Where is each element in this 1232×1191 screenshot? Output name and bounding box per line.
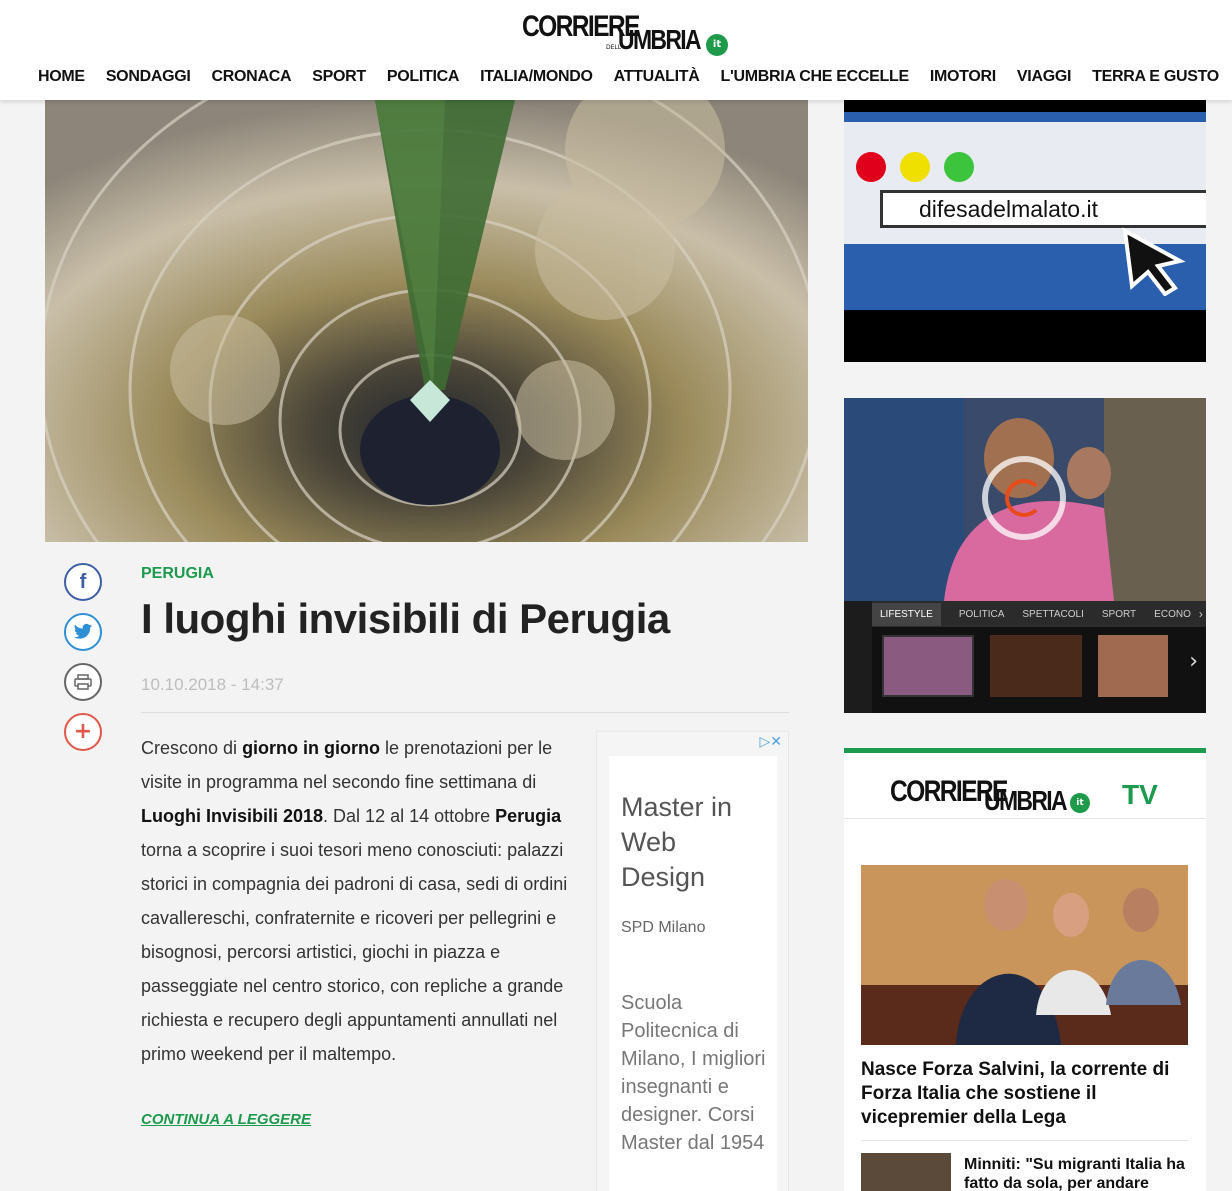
nav-viaggi[interactable]: VIAGGI — [1017, 68, 1072, 86]
chevron-right-icon[interactable]: › — [1199, 607, 1203, 621]
article-category[interactable]: PERUGIA — [141, 565, 214, 583]
video-thumbnails: › — [872, 627, 1206, 713]
tv-widget: CORRIERE UMBRIA it TV Nasce Forza Salvin… — [844, 748, 1206, 1191]
banner-url: difesadelmalato.it — [880, 190, 1206, 228]
print-button[interactable] — [64, 663, 102, 701]
divider — [844, 818, 1206, 819]
hero-image — [45, 100, 808, 542]
read-more-link[interactable]: CONTINUA A LEGGERE — [141, 1111, 311, 1128]
nav-terra-e-gusto[interactable]: TERRA E GUSTO — [1092, 68, 1219, 86]
nav-politica[interactable]: POLITICA — [387, 68, 460, 86]
cursor-icon — [1122, 227, 1186, 296]
facebook-share-button[interactable]: f — [64, 563, 102, 601]
nav-sport[interactable]: SPORT — [312, 68, 366, 86]
tab-politica[interactable]: POLITICA — [959, 609, 1005, 620]
ad-content[interactable]: Master in Web Design SPD Milano Scuola P… — [609, 756, 777, 1191]
logo-it-badge: it — [706, 34, 728, 56]
video-category-tabs: LIFESTYLE POLITICA SPETTACOLI SPORT ECON… — [872, 601, 1206, 627]
tv-logo-it-badge: it — [1070, 793, 1090, 813]
tv-headline[interactable]: Nasce Forza Salvini, la corrente di Forz… — [861, 1058, 1191, 1130]
logo-umbria: UMBRIA — [618, 24, 702, 55]
nav-cronaca[interactable]: CRONACA — [212, 68, 292, 86]
video-thumbnail[interactable] — [1098, 635, 1168, 697]
tv-second-headline[interactable]: Minniti: "Su migranti Italia ha fatto da… — [964, 1155, 1189, 1191]
facebook-icon: f — [79, 570, 87, 593]
tv-small-thumbnail[interactable] — [861, 1153, 951, 1191]
nav-sondaggi[interactable]: SONDAGGI — [106, 68, 191, 86]
tab-spettacoli[interactable]: SPETTACOLI — [1022, 609, 1084, 620]
ad-title[interactable]: Master in Web Design — [621, 790, 767, 895]
tab-lifestyle[interactable]: LIFESTYLE — [872, 602, 941, 626]
tv-logo-umbria: UMBRIA — [984, 785, 1068, 816]
tab-econo[interactable]: ECONO — [1154, 609, 1191, 620]
play-button[interactable] — [982, 456, 1066, 540]
tv-logo-label: TV — [1122, 779, 1158, 810]
twitter-share-button[interactable] — [64, 613, 102, 651]
ad-source: SPD Milano — [621, 919, 706, 936]
video-thumbnail[interactable] — [990, 635, 1082, 697]
divider — [861, 1140, 1188, 1141]
banner-dot-red — [856, 152, 886, 182]
main-nav: HOME SONDAGGI CRONACA SPORT POLITICA ITA… — [38, 68, 1219, 86]
banner-dot-yellow — [900, 152, 930, 182]
chevron-right-icon[interactable]: › — [1189, 649, 1198, 674]
article-body: Crescono di giorno in giorno le prenotaz… — [141, 738, 568, 1064]
nav-umbria-che-eccelle[interactable]: L'UMBRIA CHE ECCELLE — [721, 68, 910, 86]
site-header: CORRIERE DELL' UMBRIA it HOME SONDAGGI C… — [0, 0, 1232, 100]
ad-body: Scuola Politecnica di Milano, I migliori… — [621, 992, 766, 1154]
article-date: 10.10.2018 - 14:37 — [141, 675, 284, 694]
print-icon — [74, 674, 92, 690]
twitter-icon — [73, 623, 93, 639]
adchoices-icon[interactable]: ▷✕ — [760, 734, 783, 750]
video-player[interactable]: LIFESTYLE POLITICA SPETTACOLI SPORT ECON… — [844, 398, 1206, 713]
article-title: I luoghi invisibili di Perugia — [141, 595, 670, 642]
tab-sport[interactable]: SPORT — [1102, 609, 1136, 620]
tv-logo[interactable]: CORRIERE UMBRIA it TV — [890, 775, 1158, 816]
ad-box[interactable]: ▷✕ Master in Web Design SPD Milano Scuol… — [596, 731, 789, 1191]
nav-home[interactable]: HOME — [38, 68, 85, 86]
tv-video-thumbnail[interactable] — [861, 865, 1188, 1045]
nav-attualita[interactable]: ATTUALITÀ — [614, 68, 700, 86]
nav-italia-mondo[interactable]: ITALIA/MONDO — [480, 68, 593, 86]
more-share-button[interactable]: + — [64, 713, 102, 751]
banner-dot-green — [944, 152, 974, 182]
site-logo[interactable]: CORRIERE DELL' UMBRIA it — [522, 10, 728, 56]
plus-icon: + — [73, 719, 93, 744]
sidebar-ad-banner[interactable]: difesadelmalato.it — [844, 100, 1206, 362]
share-bar: f + — [64, 563, 104, 763]
video-thumbnail[interactable] — [882, 635, 974, 697]
nav-imotori[interactable]: IMOTORI — [930, 68, 996, 86]
divider — [141, 712, 789, 713]
loading-spinner-icon — [1005, 479, 1043, 517]
